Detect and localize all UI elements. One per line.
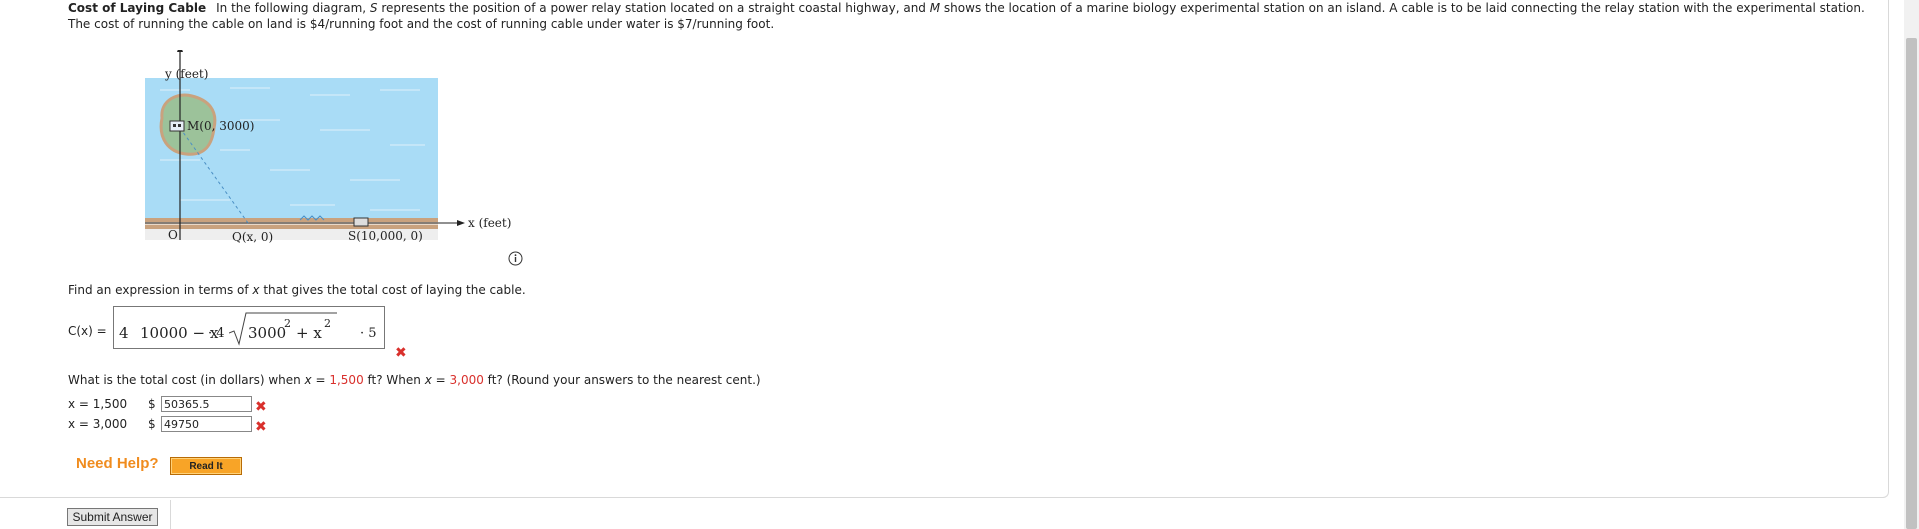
incorrect-icon: ✖ xyxy=(255,399,267,415)
cost-function-label: C(x) = xyxy=(68,324,107,338)
answer-2-label: x = 3,000 xyxy=(68,417,128,431)
relay-station-icon xyxy=(353,217,369,227)
incorrect-icon: ✖ xyxy=(255,419,267,435)
question-expression: Find an expression in terms of x that gi… xyxy=(68,283,526,297)
label-s: S(10,000, 0) xyxy=(348,229,423,243)
submit-answer-button[interactable]: Submit Answer xyxy=(67,508,158,526)
origin-label: O xyxy=(168,228,178,242)
scrollbar-thumb[interactable] xyxy=(1906,38,1917,529)
need-help-label: Need Help? xyxy=(76,455,159,472)
x-axis-label: x (feet) xyxy=(468,216,511,230)
answer-2-input[interactable] xyxy=(161,416,252,432)
answer-1-currency: $ xyxy=(148,397,156,411)
station-m-icon xyxy=(169,120,185,132)
answer-1-label: x = 1,500 xyxy=(68,397,128,411)
problem-statement: Cost of Laying Cable In the following dia… xyxy=(68,1,1865,31)
label-q: Q(x, 0) xyxy=(232,230,273,244)
read-it-button[interactable]: Read It xyxy=(170,457,242,475)
problem-title: Cost of Laying Cable xyxy=(68,1,207,15)
cable-diagram: M(0, 3000) y (feet) x (feet) O Q(x, 0) S… xyxy=(120,44,520,260)
question-total-cost: What is the total cost (in dollars) when… xyxy=(68,373,761,387)
y-axis-label: y (feet) xyxy=(164,67,208,81)
expression-answer-field[interactable]: 4 10000 − x · 4 3000 2 + x 2 · 5 xyxy=(113,306,385,349)
info-icon[interactable] xyxy=(508,251,523,269)
answer-2-currency: $ xyxy=(148,417,156,431)
label-m: M(0, 3000) xyxy=(187,119,254,133)
answer-1-input[interactable] xyxy=(161,396,252,412)
panel-divider xyxy=(170,500,171,529)
incorrect-icon: ✖ xyxy=(395,345,407,361)
